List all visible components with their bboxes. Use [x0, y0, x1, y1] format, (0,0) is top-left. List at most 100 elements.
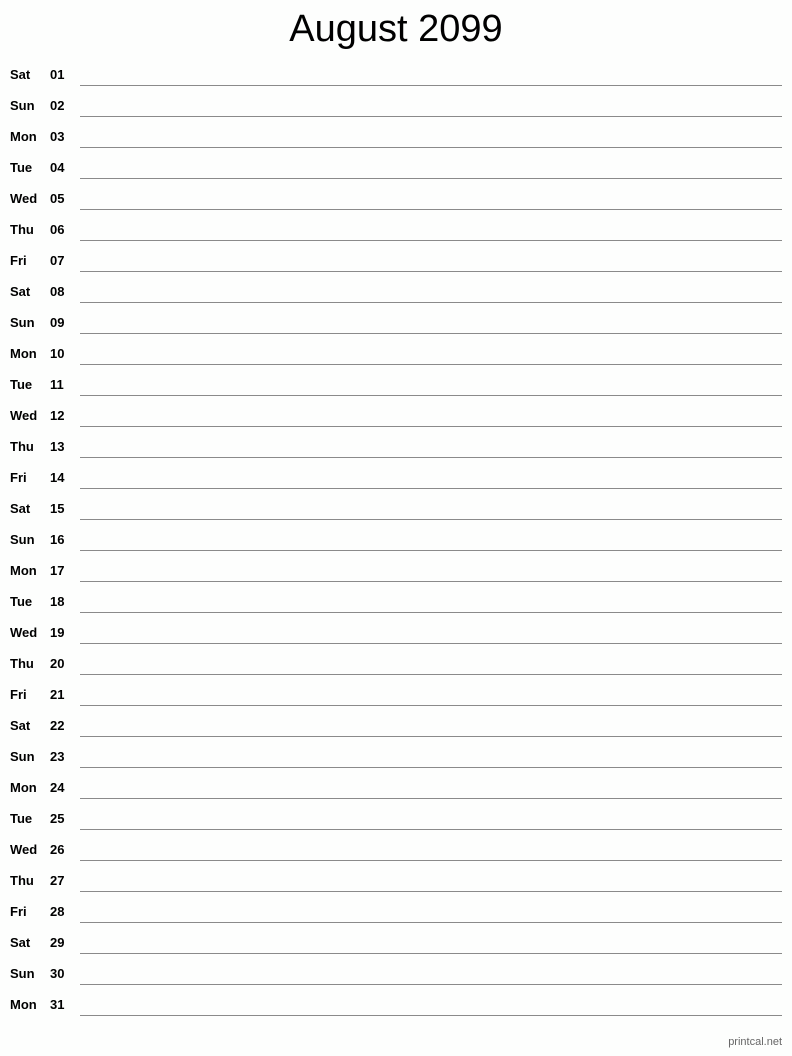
- writing-line[interactable]: [80, 984, 782, 985]
- day-of-week: Thu: [10, 222, 34, 237]
- day-row: Sun 30: [0, 959, 792, 990]
- writing-line[interactable]: [80, 1015, 782, 1016]
- day-of-week: Mon: [10, 346, 37, 361]
- writing-line[interactable]: [80, 767, 782, 768]
- day-of-week: Sun: [10, 749, 35, 764]
- day-number: 24: [50, 780, 65, 795]
- day-of-week: Sat: [10, 284, 31, 299]
- day-number: 12: [50, 408, 65, 423]
- day-number: 19: [50, 625, 65, 640]
- writing-line[interactable]: [80, 643, 782, 644]
- day-number: 13: [50, 439, 65, 454]
- writing-line[interactable]: [80, 519, 782, 520]
- writing-line[interactable]: [80, 302, 782, 303]
- day-number: 27: [50, 873, 65, 888]
- writing-line[interactable]: [80, 147, 782, 148]
- day-row: Tue 04: [0, 153, 792, 184]
- day-row: Thu 27: [0, 866, 792, 897]
- day-row: Sat 15: [0, 494, 792, 525]
- writing-line[interactable]: [80, 581, 782, 582]
- day-number: 18: [50, 594, 65, 609]
- day-of-week: Tue: [10, 160, 33, 175]
- writing-line[interactable]: [80, 736, 782, 737]
- day-of-week: Fri: [10, 470, 27, 485]
- day-row: Thu 06: [0, 215, 792, 246]
- day-number: 25: [50, 811, 65, 826]
- day-of-week: Sat: [10, 935, 31, 950]
- day-of-week: Sun: [10, 98, 35, 113]
- writing-line[interactable]: [80, 674, 782, 675]
- day-of-week: Thu: [10, 656, 34, 671]
- day-row: Sat 01: [0, 60, 792, 91]
- day-row: Sun 02: [0, 91, 792, 122]
- day-of-week: Sun: [10, 315, 35, 330]
- day-number: 03: [50, 129, 65, 144]
- day-of-week: Fri: [10, 904, 27, 919]
- writing-line[interactable]: [80, 85, 782, 86]
- day-number: 30: [50, 966, 65, 981]
- day-of-week: Fri: [10, 253, 27, 268]
- day-number: 20: [50, 656, 65, 671]
- writing-line[interactable]: [80, 891, 782, 892]
- writing-line[interactable]: [80, 457, 782, 458]
- day-row: Sun 23: [0, 742, 792, 773]
- day-of-week: Sat: [10, 718, 31, 733]
- writing-line[interactable]: [80, 364, 782, 365]
- day-row: Fri 14: [0, 463, 792, 494]
- writing-line[interactable]: [80, 860, 782, 861]
- day-number: 15: [50, 501, 65, 516]
- day-number: 29: [50, 935, 65, 950]
- day-of-week: Wed: [10, 625, 38, 640]
- writing-line[interactable]: [80, 705, 782, 706]
- day-list: Sat 01 Sun 02 Mon 03 Tue 04 Wed 05 Thu 06 Fri 07 Sat 08…: [0, 60, 792, 1021]
- day-row: Wed 26: [0, 835, 792, 866]
- writing-line[interactable]: [80, 798, 782, 799]
- day-number: 31: [50, 997, 65, 1012]
- day-row: Sat 29: [0, 928, 792, 959]
- day-row: Sat 08: [0, 277, 792, 308]
- day-number: 17: [50, 563, 65, 578]
- day-of-week: Sat: [10, 67, 31, 82]
- day-number: 01: [50, 67, 65, 82]
- day-row: Mon 31: [0, 990, 792, 1021]
- page-title: August 2099: [289, 8, 503, 50]
- day-number: 14: [50, 470, 65, 485]
- day-row: Sat 22: [0, 711, 792, 742]
- footer-credit: printcal.net: [728, 1036, 782, 1048]
- day-row: Fri 28: [0, 897, 792, 928]
- day-of-week: Mon: [10, 780, 37, 795]
- writing-line[interactable]: [80, 178, 782, 179]
- day-row: Sun 16: [0, 525, 792, 556]
- day-row: Tue 25: [0, 804, 792, 835]
- writing-line[interactable]: [80, 829, 782, 830]
- day-row: Thu 13: [0, 432, 792, 463]
- writing-line[interactable]: [80, 953, 782, 954]
- day-row: Mon 24: [0, 773, 792, 804]
- day-number: 11: [50, 377, 64, 392]
- day-of-week: Tue: [10, 811, 33, 826]
- day-of-week: Tue: [10, 594, 33, 609]
- writing-line[interactable]: [80, 209, 782, 210]
- day-of-week: Mon: [10, 997, 37, 1012]
- day-of-week: Wed: [10, 842, 38, 857]
- day-of-week: Wed: [10, 191, 38, 206]
- writing-line[interactable]: [80, 271, 782, 272]
- day-of-week: Mon: [10, 563, 37, 578]
- writing-line[interactable]: [80, 240, 782, 241]
- writing-line[interactable]: [80, 488, 782, 489]
- day-row: Thu 20: [0, 649, 792, 680]
- writing-line[interactable]: [80, 395, 782, 396]
- writing-line[interactable]: [80, 426, 782, 427]
- writing-line[interactable]: [80, 550, 782, 551]
- day-number: 22: [50, 718, 65, 733]
- writing-line[interactable]: [80, 922, 782, 923]
- day-number: 06: [50, 222, 65, 237]
- day-number: 09: [50, 315, 65, 330]
- writing-line[interactable]: [80, 333, 782, 334]
- writing-line[interactable]: [80, 116, 782, 117]
- day-number: 23: [50, 749, 65, 764]
- day-row: Mon 10: [0, 339, 792, 370]
- day-number: 16: [50, 532, 65, 547]
- day-number: 05: [50, 191, 65, 206]
- writing-line[interactable]: [80, 612, 782, 613]
